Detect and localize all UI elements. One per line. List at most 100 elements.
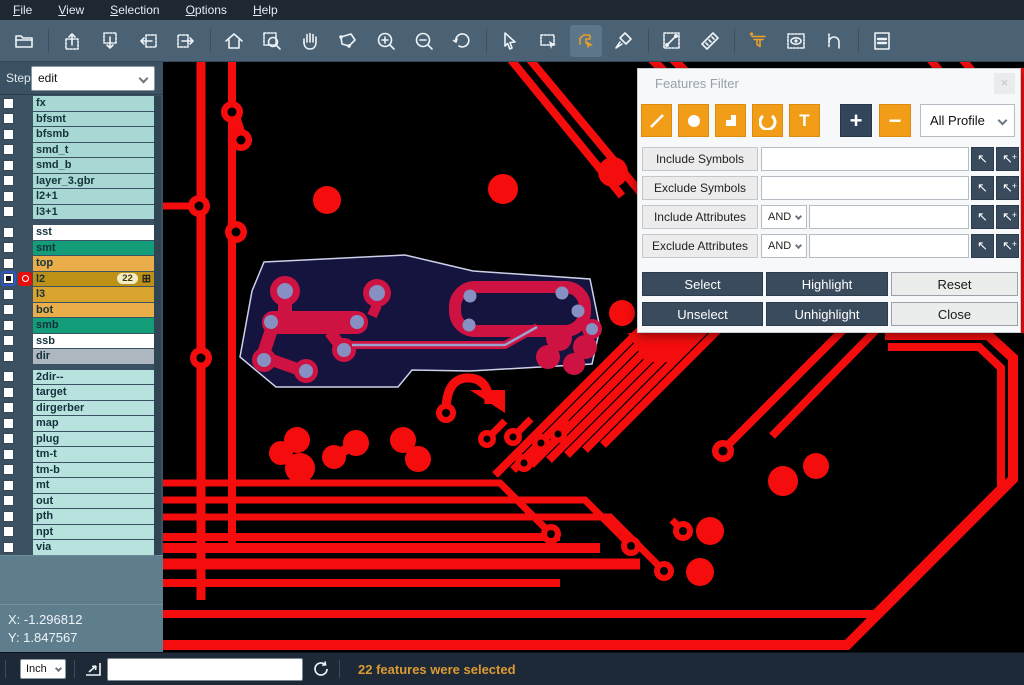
layer-name[interactable]: 2dir-- [33, 370, 154, 385]
layer-name[interactable]: smt [33, 241, 154, 256]
layer-name[interactable]: bot [33, 303, 154, 318]
layer-name[interactable]: out [33, 494, 154, 509]
layer-name[interactable]: via [33, 540, 154, 555]
pan-down-button[interactable] [94, 25, 126, 57]
layer-visibility-checkbox[interactable] [3, 144, 14, 155]
layer-name[interactable]: sst [33, 225, 154, 240]
layer-visibility-checkbox[interactable] [3, 480, 14, 491]
menu-selection[interactable]: Selection [97, 0, 172, 20]
zoom-in-button[interactable] [370, 25, 402, 57]
view-options-button[interactable] [780, 25, 812, 57]
menu-file[interactable]: File [0, 0, 45, 20]
measure-ruler-button[interactable] [694, 25, 726, 57]
layer-visibility-checkbox[interactable] [3, 511, 14, 522]
menu-help[interactable]: Help [240, 0, 291, 20]
select-rectangle-button[interactable] [532, 25, 564, 57]
home-view-button[interactable] [218, 25, 250, 57]
layer-name[interactable]: ssb [33, 334, 154, 349]
pan-right-button[interactable] [170, 25, 202, 57]
layer-name[interactable]: l222⊞ [33, 272, 154, 287]
angle-corner-icon[interactable] [83, 659, 103, 679]
command-input[interactable] [107, 658, 303, 681]
pick-attribute-button[interactable]: ↖ [971, 234, 994, 258]
open-file-button[interactable] [8, 25, 40, 57]
layer-visibility-checkbox[interactable] [3, 273, 14, 284]
layer-visibility-checkbox[interactable] [3, 335, 14, 346]
zoom-previous-button[interactable] [446, 25, 478, 57]
zoom-out-button[interactable] [408, 25, 440, 57]
zoom-polygon-button[interactable] [332, 25, 364, 57]
pick-symbol-button[interactable]: ↖ [971, 147, 994, 171]
pick-add-symbol-button[interactable]: ↖+ [996, 147, 1019, 171]
layer-visibility-checkbox[interactable] [3, 320, 14, 331]
layer-form-button[interactable] [866, 25, 898, 57]
include-attributes-input[interactable] [809, 205, 969, 229]
layer-visibility-checkbox[interactable] [3, 526, 14, 537]
layer-name[interactable]: top [33, 256, 154, 271]
layer-name[interactable]: layer_3.gbr [33, 174, 154, 189]
filter-pad-button[interactable] [678, 104, 709, 137]
include-attributes-button[interactable]: Include Attributes [642, 205, 758, 229]
exclude-symbols-input[interactable] [761, 176, 969, 200]
layer-visibility-checkbox[interactable] [3, 464, 14, 475]
layer-visibility-checkbox[interactable] [3, 113, 14, 124]
select-button[interactable]: Select [642, 272, 763, 296]
layer-visibility-checkbox[interactable] [3, 258, 14, 269]
include-symbols-input[interactable] [761, 147, 969, 171]
layer-visibility-checkbox[interactable] [3, 242, 14, 253]
select-polygon-button[interactable] [570, 25, 602, 57]
layer-name[interactable]: tm-b [33, 463, 154, 478]
layer-name[interactable]: smd_b [33, 158, 154, 173]
exclude-attributes-operator[interactable]: AND [761, 234, 807, 258]
layer-visibility-checkbox[interactable] [3, 160, 14, 171]
layer-visibility-checkbox[interactable] [3, 495, 14, 506]
filter-line-button[interactable] [641, 104, 672, 137]
menu-view[interactable]: View [45, 0, 97, 20]
layer-visibility-checkbox[interactable] [3, 129, 14, 140]
layer-name[interactable]: l3 [33, 287, 154, 302]
layer-name[interactable]: target [33, 385, 154, 400]
layer-name[interactable]: dirgerber [33, 401, 154, 416]
layer-visibility-checkbox[interactable] [3, 402, 14, 413]
layer-name[interactable]: mt [33, 478, 154, 493]
filter-negative-button[interactable]: − [879, 104, 911, 137]
layer-name[interactable]: l3+1 [33, 205, 154, 220]
layer-visibility-checkbox[interactable] [3, 98, 14, 109]
refresh-icon[interactable] [311, 659, 331, 679]
pan-hand-button[interactable] [294, 25, 326, 57]
pick-attribute-button[interactable]: ↖ [971, 205, 994, 229]
layer-name[interactable]: fx [33, 96, 154, 111]
pan-left-button[interactable] [132, 25, 164, 57]
layer-visibility-checkbox[interactable] [3, 387, 14, 398]
active-layer-indicator[interactable] [18, 272, 32, 286]
layer-visibility-checkbox[interactable] [3, 449, 14, 460]
layer-visibility-checkbox[interactable] [3, 175, 14, 186]
filter-text-button[interactable]: T [789, 104, 820, 137]
include-symbols-button[interactable]: Include Symbols [642, 147, 758, 171]
layer-name[interactable]: tm-t [33, 447, 154, 462]
pick-add-attribute-button[interactable]: ↖+ [996, 234, 1019, 258]
layer-name[interactable]: l2+1 [33, 189, 154, 204]
layer-visibility-checkbox[interactable] [3, 191, 14, 202]
exclude-attributes-input[interactable] [809, 234, 969, 258]
pick-add-symbol-button[interactable]: ↖+ [996, 176, 1019, 200]
menu-options[interactable]: Options [173, 0, 240, 20]
layer-name[interactable]: smd_t [33, 143, 154, 158]
features-filter-button[interactable] [742, 25, 774, 57]
measure-points-button[interactable] [656, 25, 688, 57]
layer-visibility-checkbox[interactable] [3, 418, 14, 429]
layer-visibility-checkbox[interactable] [3, 304, 14, 315]
layer-name[interactable]: map [33, 416, 154, 431]
filter-arc-button[interactable] [752, 104, 783, 137]
layer-visibility-checkbox[interactable] [3, 371, 14, 382]
layer-name[interactable]: plug [33, 432, 154, 447]
close-button[interactable]: Close [891, 302, 1018, 326]
unselect-button[interactable]: Unselect [642, 302, 763, 326]
layer-visibility-checkbox[interactable] [3, 289, 14, 300]
zoom-window-button[interactable] [256, 25, 288, 57]
profile-select[interactable]: All Profile [920, 104, 1015, 137]
snap-mode-button[interactable] [818, 25, 850, 57]
step-select[interactable]: edit [31, 66, 155, 91]
pick-add-attribute-button[interactable]: ↖+ [996, 205, 1019, 229]
unhighlight-button[interactable]: Unhighlight [766, 302, 888, 326]
